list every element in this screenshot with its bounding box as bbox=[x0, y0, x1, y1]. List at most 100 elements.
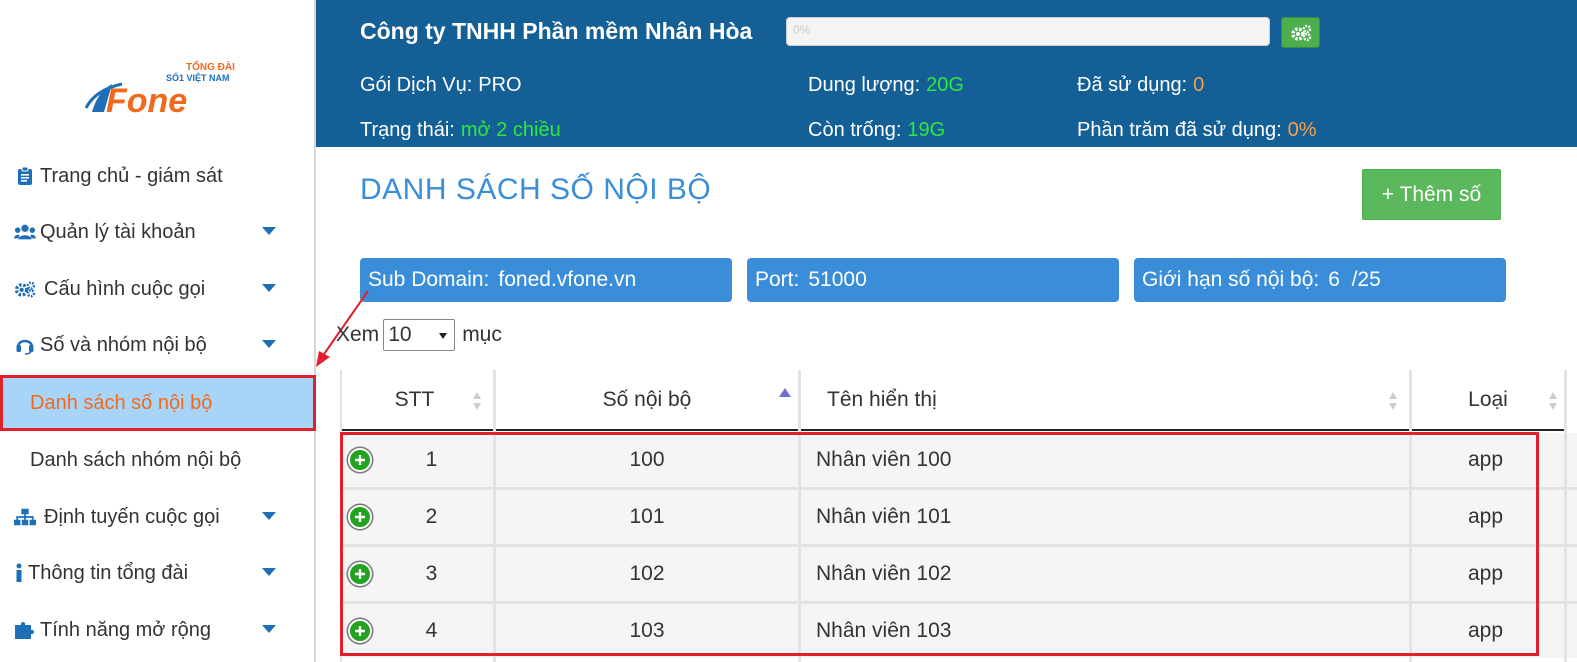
sitemap-icon bbox=[14, 507, 36, 527]
sidebar-item-label: Thông tin tổng đài bbox=[28, 561, 189, 584]
port-box: Port: 51000 bbox=[747, 258, 1119, 302]
sidebar: Fone TỔNG ĐÀI SỐ1 VIỆT NAM Trang chủ - g… bbox=[0, 0, 316, 662]
sidebar-item-label: Danh sách nhóm nội bộ bbox=[30, 448, 242, 471]
users-icon bbox=[14, 223, 36, 241]
display-name-cell: Nhân viên 100 bbox=[801, 433, 1409, 487]
page-length-value: 10 bbox=[388, 323, 412, 346]
used-percent: Phần trăm đã sử dụng: 0% bbox=[1077, 119, 1317, 142]
limit-label: Giới hạn số nội bộ: bbox=[1142, 268, 1320, 291]
type-cell: app bbox=[1412, 604, 1577, 658]
stt-cell: 1 bbox=[425, 448, 438, 471]
subdomain-value: foned.vfone.vn bbox=[498, 268, 637, 291]
column-header-label: Tên hiển thị bbox=[827, 387, 937, 411]
sidebar-item-extensions[interactable]: Tính năng mở rộng bbox=[0, 605, 316, 655]
display-name-cell: Nhân viên 103 bbox=[801, 604, 1409, 658]
sidebar-item-label: Trang chủ - giám sát bbox=[40, 164, 223, 187]
clipboard-icon bbox=[14, 166, 36, 186]
column-header-type[interactable]: Loại bbox=[1412, 370, 1564, 431]
table-row-3-stt: 3 bbox=[340, 547, 493, 601]
type-cell: app bbox=[1412, 547, 1577, 601]
expand-row-icon[interactable] bbox=[348, 619, 372, 643]
column-header-label: Loại bbox=[1468, 387, 1508, 411]
column-header-display-name[interactable]: Tên hiển thị bbox=[801, 370, 1409, 431]
logo-brand-text: Fone bbox=[106, 82, 187, 120]
type-cell: app bbox=[1412, 433, 1577, 487]
logo-graphic: Fone TỔNG ĐÀI SỐ1 VIỆT NAM bbox=[84, 60, 235, 120]
extension-cell: 101 bbox=[496, 490, 798, 544]
column-divider bbox=[1409, 370, 1412, 662]
status: Trạng thái: mở 2 chiều bbox=[360, 119, 561, 142]
extension-cell: 102 bbox=[496, 547, 798, 601]
page-length-select[interactable]: 10 bbox=[383, 319, 456, 351]
progress-text: 0% bbox=[793, 23, 811, 37]
show-prefix: Xem bbox=[336, 323, 380, 346]
free-value: 19G bbox=[907, 119, 946, 141]
sort-icon bbox=[1549, 392, 1557, 410]
sidebar-item-call-config[interactable]: Cấu hình cuộc gọi bbox=[0, 264, 316, 314]
chevron-down-icon bbox=[262, 625, 276, 633]
expand-row-icon[interactable] bbox=[348, 562, 372, 586]
chevron-down-icon bbox=[262, 340, 276, 348]
storage-progress-bar: 0% bbox=[786, 17, 1270, 46]
service-package: Gói Dịch Vụ: PRO bbox=[360, 74, 522, 97]
display-name-cell: Nhân viên 102 bbox=[801, 547, 1409, 601]
sidebar-item-call-routing[interactable]: Định tuyến cuộc gọi bbox=[0, 492, 316, 542]
sidebar-item-dashboard[interactable]: Trang chủ - giám sát bbox=[0, 151, 316, 201]
chevron-down-icon bbox=[262, 512, 276, 520]
sidebar-item-pbx-info[interactable]: Thông tin tổng đài bbox=[0, 548, 316, 598]
column-header-extension[interactable]: Số nội bộ bbox=[496, 370, 798, 431]
sidebar-item-label: Định tuyến cuộc gọi bbox=[44, 505, 220, 528]
sidebar-item-label: Cấu hình cuộc gọi bbox=[44, 277, 206, 300]
company-name: Công ty TNHH Phần mềm Nhân Hòa bbox=[360, 18, 753, 44]
extension-cell: 103 bbox=[496, 604, 798, 658]
gears-icon bbox=[14, 279, 36, 299]
info-icon bbox=[14, 563, 24, 583]
table-row-4-stt: 4 bbox=[340, 604, 493, 658]
logo-top-text-1: TỔNG ĐÀI bbox=[186, 60, 235, 73]
limit-value: 6 /25 bbox=[1328, 268, 1381, 291]
row-divider bbox=[340, 601, 1577, 604]
expand-row-icon[interactable] bbox=[348, 448, 372, 472]
display-name-cell: Nhân viên 101 bbox=[801, 490, 1409, 544]
service-value: PRO bbox=[478, 74, 522, 96]
vfone-logo[interactable]: Fone TỔNG ĐÀI SỐ1 VIỆT NAM bbox=[82, 58, 242, 120]
row-divider bbox=[340, 487, 1577, 490]
column-divider bbox=[493, 370, 496, 662]
table-row-1-stt: 1 bbox=[340, 433, 493, 487]
gears-icon bbox=[1290, 24, 1311, 41]
column-header-stt[interactable]: STT bbox=[340, 370, 493, 431]
capacity: Dung lượng: 20G bbox=[808, 74, 964, 97]
top-header: Công ty TNHH Phần mềm Nhân Hòa 0% Gói Dị… bbox=[316, 0, 1577, 147]
sidebar-item-label: Quản lý tài khoản bbox=[40, 220, 196, 243]
expand-row-icon[interactable] bbox=[348, 505, 372, 529]
chevron-down-icon bbox=[262, 284, 276, 292]
sidebar-item-accounts[interactable]: Quản lý tài khoản bbox=[0, 207, 316, 257]
status-label: Trạng thái: bbox=[360, 119, 455, 141]
type-cell: app bbox=[1412, 490, 1577, 544]
sidebar-item-label: Số và nhóm nội bộ bbox=[40, 333, 207, 356]
extension-cell: 100 bbox=[496, 433, 798, 487]
sidebar-item-label: Danh sách số nội bộ bbox=[30, 391, 213, 414]
port-value: 51000 bbox=[808, 268, 867, 291]
chevron-down-icon bbox=[262, 227, 276, 235]
capacity-label: Dung lượng: bbox=[808, 74, 921, 96]
column-header-label: STT bbox=[394, 387, 435, 411]
subdomain-box: Sub Domain: foned.vfone.vn bbox=[360, 258, 732, 302]
sidebar-item-extensions-groups[interactable]: Số và nhóm nội bộ bbox=[0, 320, 316, 370]
free-label: Còn trống: bbox=[808, 119, 902, 141]
add-extension-button[interactable]: + Thêm số bbox=[1362, 169, 1501, 220]
capacity-value: 20G bbox=[926, 74, 964, 96]
used-value: 0 bbox=[1193, 74, 1205, 96]
sort-asc-icon bbox=[779, 388, 791, 397]
used-label: Đã sử dụng: bbox=[1077, 74, 1188, 96]
free-space: Còn trống: 19G bbox=[808, 119, 945, 142]
settings-button[interactable] bbox=[1281, 17, 1320, 48]
sidebar-item-group-list[interactable]: Danh sách nhóm nội bộ bbox=[0, 432, 316, 488]
subdomain-label: Sub Domain: bbox=[368, 268, 490, 291]
stt-cell: 3 bbox=[425, 562, 438, 585]
page-length-control: Xem 10 mục bbox=[336, 318, 502, 352]
table-left-border bbox=[340, 370, 342, 662]
used-space: Đã sử dụng: 0 bbox=[1077, 74, 1204, 97]
sidebar-item-extension-list[interactable]: Danh sách số nội bộ bbox=[0, 375, 316, 431]
logo-top-text-2: SỐ1 VIỆT NAM bbox=[166, 72, 230, 83]
